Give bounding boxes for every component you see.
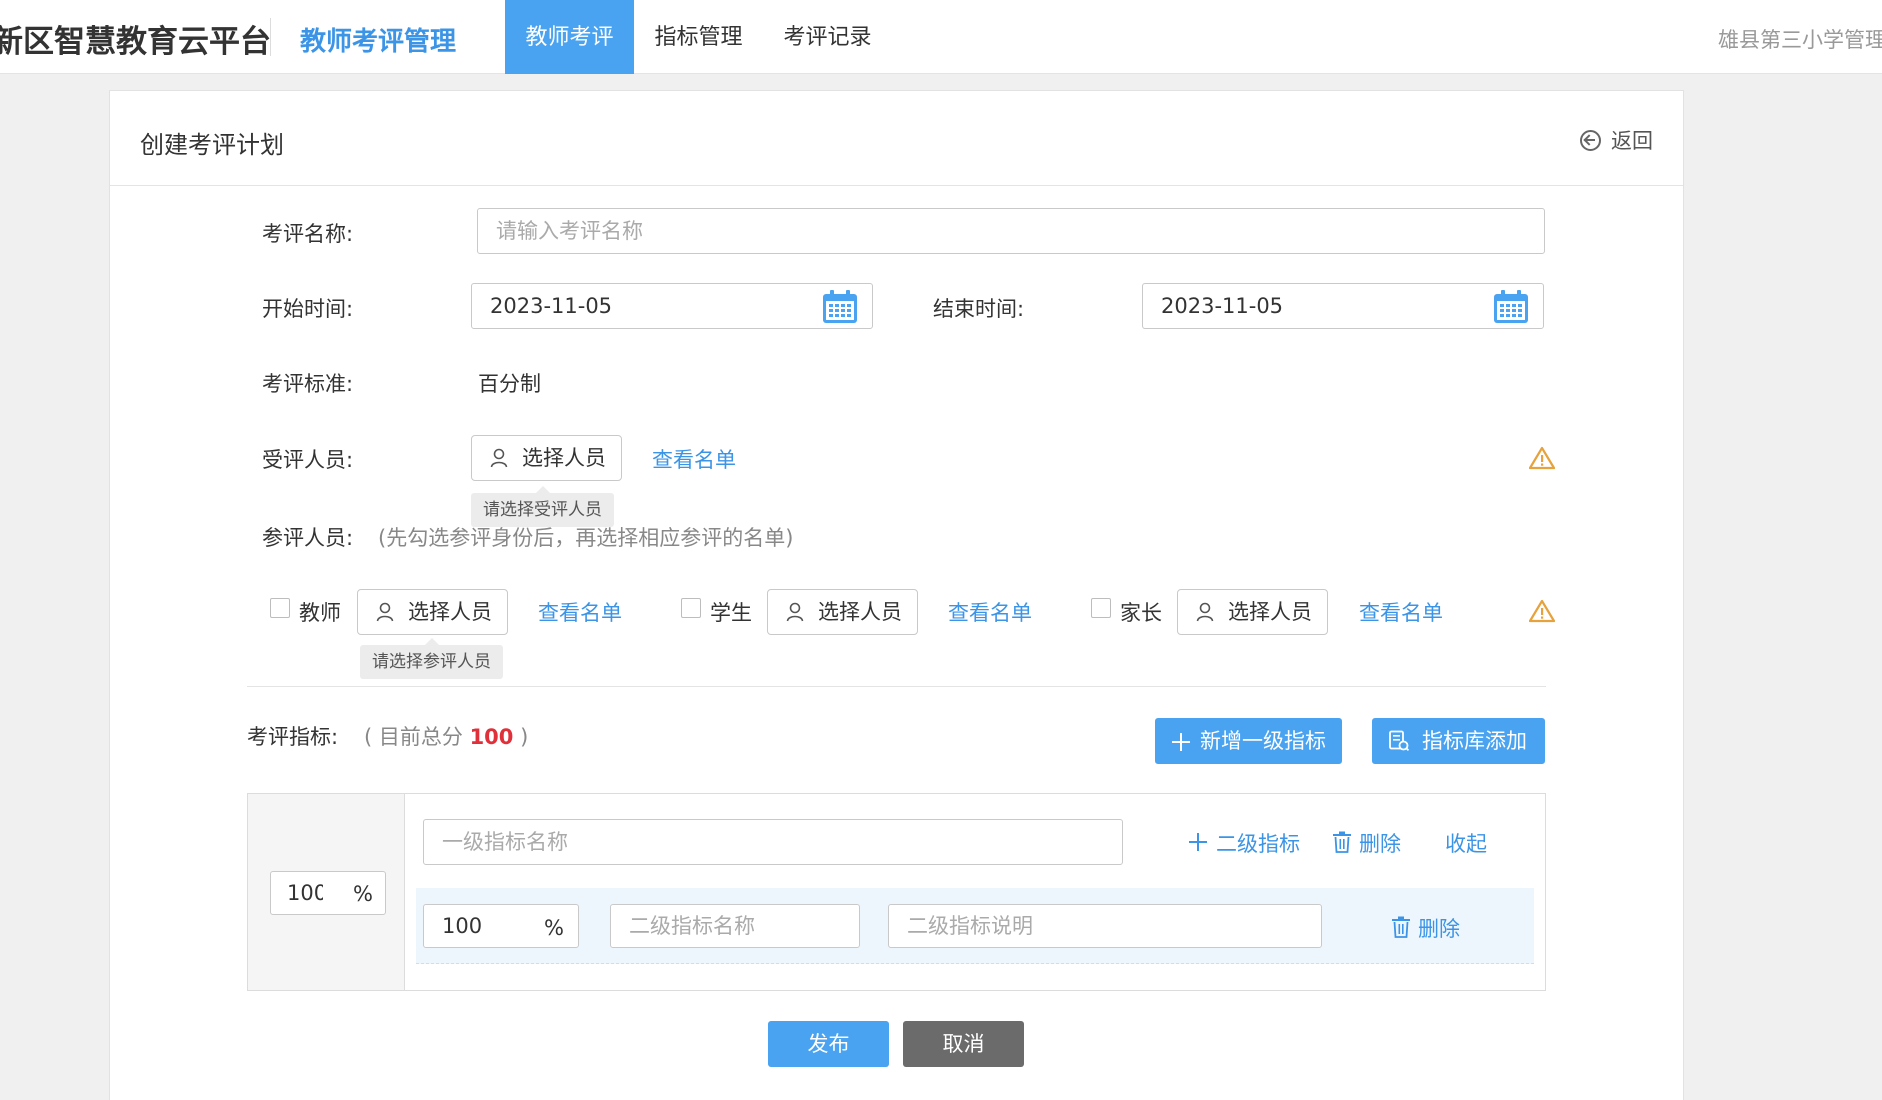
- select-people-label: 选择人员: [818, 600, 902, 624]
- page-title: 创建考评计划: [140, 131, 284, 159]
- platform-logo-title: 新区智慧教育云平台: [0, 24, 271, 60]
- parent-checkbox[interactable]: [1091, 598, 1111, 618]
- select-teacher-button[interactable]: 选择人员: [357, 589, 508, 635]
- top-header: 新区智慧教育云平台 教师考评管理 教师考评 指标管理 考评记录 雄县第三小学管理: [0, 0, 1882, 74]
- view-teacher-list-link[interactable]: 查看名单: [538, 597, 622, 627]
- module-title: 教师考评管理: [300, 27, 457, 57]
- evaluator-hint: (先勾选参评身份后，再选择相应参评的名单): [378, 526, 794, 550]
- percent-sign: %: [544, 916, 564, 940]
- level2-weight-value: 100: [442, 914, 483, 938]
- back-button[interactable]: 返回: [1580, 125, 1653, 155]
- warning-icon: [1529, 599, 1555, 623]
- level1-weight-value: 100: [287, 881, 323, 905]
- library-icon: [1389, 730, 1410, 751]
- parent-role-label: 家长: [1120, 601, 1162, 625]
- calendar-icon[interactable]: [822, 290, 858, 324]
- view-student-list-link[interactable]: 查看名单: [948, 597, 1032, 627]
- level1-name-input[interactable]: 一级指标名称: [423, 819, 1123, 865]
- evaluation-name-input[interactable]: 请输入考评名称: [477, 208, 1545, 254]
- view-evaluatee-list-link[interactable]: 查看名单: [652, 444, 736, 474]
- evaluator-label: 参评人员:: [262, 526, 354, 550]
- student-role-label: 学生: [710, 601, 752, 625]
- publish-button[interactable]: 发布: [768, 1021, 889, 1067]
- total-score-value: 100: [469, 725, 514, 749]
- total-score-prefix: ( 目前总分: [364, 725, 463, 749]
- user-icon: [376, 602, 394, 622]
- indicator-table: 100 % 一级指标名称 二级指标 删除 收起 100 % 二级指标名称 二级指…: [247, 793, 1546, 991]
- delete-label: 删除: [1359, 832, 1401, 856]
- start-time-label: 开始时间:: [262, 297, 354, 321]
- select-evaluatee-button[interactable]: 选择人员: [471, 435, 622, 481]
- plus-icon: [1172, 733, 1190, 751]
- total-score-suffix: ): [520, 725, 529, 749]
- evaluatee-label: 受评人员:: [262, 448, 354, 472]
- indicators-label: 考评指标:: [247, 725, 339, 749]
- add-level1-label: 新增一级指标: [1200, 729, 1326, 753]
- end-date-input[interactable]: 2023-11-05: [1142, 283, 1544, 329]
- section-divider: [247, 686, 1546, 687]
- add-level1-indicator-button[interactable]: 新增一级指标: [1155, 718, 1342, 764]
- calendar-icon[interactable]: [1493, 290, 1529, 324]
- user-icon: [786, 602, 804, 622]
- level2-indicator-row: 100 % 二级指标名称 二级指标说明 删除: [416, 888, 1534, 964]
- level2-name-input[interactable]: 二级指标名称: [610, 904, 860, 948]
- student-checkbox[interactable]: [681, 598, 701, 618]
- evaluator-tooltip: 请选择参评人员: [360, 638, 503, 679]
- end-date-value: 2023-11-05: [1161, 294, 1284, 318]
- delete-label: 删除: [1418, 917, 1460, 941]
- current-user[interactable]: 雄县第三小学管理: [1718, 24, 1882, 54]
- select-parent-button[interactable]: 选择人员: [1177, 589, 1328, 635]
- teacher-role-label: 教师: [299, 601, 341, 625]
- start-date-value: 2023-11-05: [490, 294, 613, 318]
- start-date-input[interactable]: 2023-11-05: [471, 283, 873, 329]
- level2-description-input[interactable]: 二级指标说明: [888, 904, 1322, 948]
- evaluation-standard-label: 考评标准:: [262, 372, 354, 396]
- level1-weight-cell: 100 %: [248, 794, 405, 990]
- trash-icon: [1333, 831, 1351, 853]
- plus-icon: [1189, 833, 1207, 851]
- select-people-label: 选择人员: [1228, 600, 1312, 624]
- user-icon: [490, 448, 508, 468]
- tab-evaluation-records[interactable]: 考评记录: [763, 0, 892, 74]
- header-divider: [270, 18, 271, 56]
- collapse-link[interactable]: 收起: [1445, 828, 1487, 858]
- evaluation-standard-value: 百分制: [478, 372, 541, 396]
- select-people-label: 选择人员: [408, 600, 492, 624]
- trash-icon: [1392, 916, 1410, 938]
- user-icon: [1196, 602, 1214, 622]
- end-time-label: 结束时间:: [933, 297, 1025, 321]
- card-header: 创建考评计划 返回: [110, 91, 1683, 186]
- percent-sign: %: [353, 882, 373, 906]
- select-student-button[interactable]: 选择人员: [767, 589, 918, 635]
- tab-teacher-evaluation[interactable]: 教师考评: [505, 0, 634, 74]
- view-parent-list-link[interactable]: 查看名单: [1359, 597, 1443, 627]
- back-arrow-icon: [1580, 130, 1601, 151]
- evaluation-name-label: 考评名称:: [262, 222, 354, 246]
- library-add-label: 指标库添加: [1422, 729, 1527, 753]
- library-add-button[interactable]: 指标库添加: [1372, 718, 1545, 764]
- add-level2-label: 二级指标: [1216, 832, 1300, 856]
- select-people-label: 选择人员: [522, 446, 606, 470]
- warning-icon: [1529, 446, 1555, 470]
- cancel-button[interactable]: 取消: [903, 1021, 1024, 1067]
- back-label: 返回: [1611, 129, 1653, 153]
- total-score-summary: ( 目前总分 100 ): [364, 721, 528, 751]
- teacher-checkbox[interactable]: [270, 598, 290, 618]
- tab-indicator-management[interactable]: 指标管理: [634, 0, 763, 74]
